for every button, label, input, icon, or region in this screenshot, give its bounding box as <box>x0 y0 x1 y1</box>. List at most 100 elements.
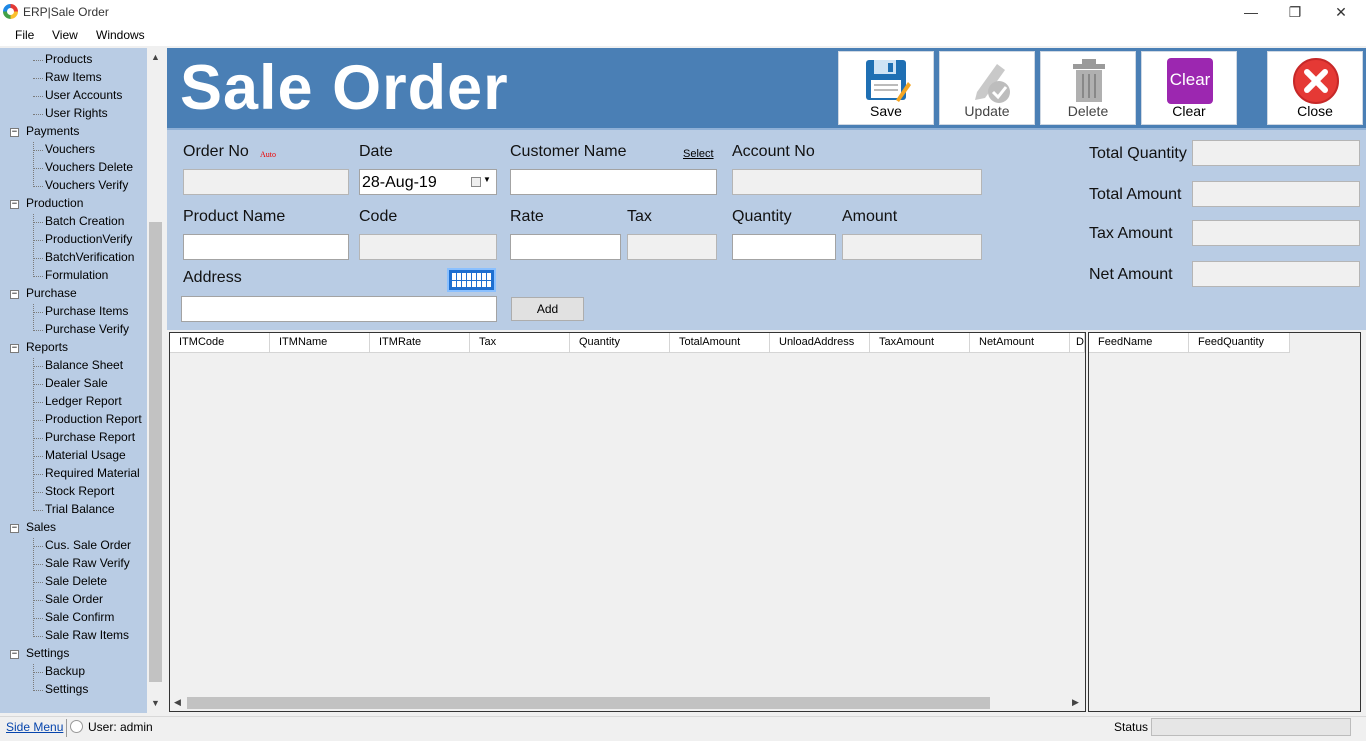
clear-button[interactable]: Clear Clear <box>1141 51 1237 125</box>
menu-file[interactable]: File <box>15 28 34 42</box>
restore-button[interactable]: ❐ <box>1272 0 1318 24</box>
sidebar-item-dealer-sale[interactable]: Dealer Sale <box>45 376 108 390</box>
sidebar-group-settings[interactable]: Settings <box>26 646 69 660</box>
col-header-taxamount[interactable]: TaxAmount <box>870 333 970 353</box>
col-header-unloadaddress[interactable]: UnloadAddress <box>770 333 870 353</box>
items-grid[interactable]: ITMCode ITMName ITMRate Tax Quantity Tot… <box>169 332 1086 712</box>
side-menu-link[interactable]: Side Menu <box>6 720 63 734</box>
address-field[interactable] <box>181 296 497 322</box>
col-header-itmname[interactable]: ITMName <box>270 333 370 353</box>
sidebar-item-formulation[interactable]: Formulation <box>45 268 108 282</box>
save-button[interactable]: Save <box>838 51 934 125</box>
sidebar-group-purchase[interactable]: Purchase <box>26 286 77 300</box>
code-field[interactable] <box>359 234 497 260</box>
collapse-toggle-icon[interactable]: − <box>10 128 19 137</box>
sidebar-item-purchase-report[interactable]: Purchase Report <box>45 430 135 444</box>
sidebar-item-vouchers-verify[interactable]: Vouchers Verify <box>45 178 128 192</box>
scroll-right-icon[interactable]: ▶ <box>1072 697 1079 708</box>
collapse-toggle-icon[interactable]: − <box>10 290 19 299</box>
chevron-down-icon[interactable]: ▼ <box>483 175 491 184</box>
date-picker[interactable]: 28-Aug-19 ▼ <box>359 169 497 195</box>
col-header-itmcode[interactable]: ITMCode <box>170 333 270 353</box>
col-header-d[interactable]: D <box>1070 333 1085 353</box>
col-header-netamount[interactable]: NetAmount <box>970 333 1070 353</box>
col-header-feedname[interactable]: FeedName <box>1089 333 1189 353</box>
sidebar-item-user-accounts[interactable]: User Accounts <box>45 88 122 102</box>
customer-name-field[interactable] <box>510 169 717 195</box>
product-name-field[interactable] <box>183 234 349 260</box>
tree-connector <box>33 618 43 619</box>
sidebar-item-sale-raw-items[interactable]: Sale Raw Items <box>45 628 129 642</box>
calendar-icon[interactable] <box>471 177 481 187</box>
tree-connector <box>33 114 43 115</box>
sidebar-group-reports[interactable]: Reports <box>26 340 68 354</box>
close-window-button[interactable]: ✕ <box>1318 0 1364 24</box>
sidebar-item-backup[interactable]: Backup <box>45 664 85 678</box>
sidebar-item-settings[interactable]: Settings <box>45 682 88 696</box>
sidebar-item-sale-raw-verify[interactable]: Sale Raw Verify <box>45 556 130 570</box>
sidebar-item-productionverify[interactable]: ProductionVerify <box>45 232 132 246</box>
update-button-label: Update <box>964 103 1010 119</box>
net-amount-field[interactable] <box>1192 261 1360 287</box>
sidebar-item-cus-sale-order[interactable]: Cus. Sale Order <box>45 538 131 552</box>
collapse-toggle-icon[interactable]: − <box>10 200 19 209</box>
minimize-button[interactable]: — <box>1228 0 1274 24</box>
update-button[interactable]: Update <box>939 51 1035 125</box>
sidebar-item-sale-confirm[interactable]: Sale Confirm <box>45 610 114 624</box>
total-amount-field[interactable] <box>1192 181 1360 207</box>
sidebar-item-products[interactable]: Products <box>45 52 92 66</box>
sidebar-item-production-report[interactable]: Production Report <box>45 412 142 426</box>
sidebar-group-payments[interactable]: Payments <box>26 124 79 138</box>
sidebar-group-production[interactable]: Production <box>26 196 83 210</box>
amount-label: Amount <box>842 208 898 225</box>
tax-amount-field[interactable] <box>1192 220 1360 246</box>
rate-field[interactable] <box>510 234 621 260</box>
menu-view[interactable]: View <box>52 28 78 42</box>
col-header-feedquantity[interactable]: FeedQuantity <box>1189 333 1290 353</box>
col-header-totalamount[interactable]: TotalAmount <box>670 333 770 353</box>
collapse-toggle-icon[interactable]: − <box>10 524 19 533</box>
sidebar-item-purchase-verify[interactable]: Purchase Verify <box>45 322 129 336</box>
items-grid-hscrollbar-thumb[interactable] <box>187 697 990 709</box>
feed-grid[interactable]: FeedName FeedQuantity <box>1088 332 1361 712</box>
close-button[interactable]: Close <box>1267 51 1363 125</box>
sidebar-group-sales[interactable]: Sales <box>26 520 56 534</box>
delete-button[interactable]: Delete <box>1040 51 1136 125</box>
select-customer-link[interactable]: Select <box>683 148 714 160</box>
scroll-up-icon[interactable]: ▲ <box>151 52 160 62</box>
total-quantity-field[interactable] <box>1192 140 1360 166</box>
sidebar-item-batchverification[interactable]: BatchVerification <box>45 250 134 264</box>
net-amount-label: Net Amount <box>1089 266 1173 283</box>
sidebar-item-material-usage[interactable]: Material Usage <box>45 448 126 462</box>
sidebar-item-purchase-items[interactable]: Purchase Items <box>45 304 128 318</box>
sidebar-item-stock-report[interactable]: Stock Report <box>45 484 114 498</box>
sidebar-item-ledger-report[interactable]: Ledger Report <box>45 394 122 408</box>
add-button[interactable]: Add <box>511 297 584 321</box>
side-menu-scrollbar-thumb[interactable] <box>149 222 162 682</box>
collapse-toggle-icon[interactable]: − <box>10 650 19 659</box>
tax-field[interactable] <box>627 234 717 260</box>
sidebar-item-user-rights[interactable]: User Rights <box>45 106 108 120</box>
sidebar-item-trial-balance[interactable]: Trial Balance <box>45 502 115 516</box>
col-header-quantity[interactable]: Quantity <box>570 333 670 353</box>
sidebar-item-sale-order[interactable]: Sale Order <box>45 592 103 606</box>
menu-windows[interactable]: Windows <box>96 28 145 42</box>
account-no-field[interactable] <box>732 169 982 195</box>
scroll-left-icon[interactable]: ◀ <box>174 697 181 708</box>
scroll-down-icon[interactable]: ▼ <box>151 698 160 708</box>
tree-connector <box>33 240 43 241</box>
collapse-toggle-icon[interactable]: − <box>10 344 19 353</box>
col-header-itmrate[interactable]: ITMRate <box>370 333 470 353</box>
sidebar-item-vouchers-delete[interactable]: Vouchers Delete <box>45 160 133 174</box>
amount-field[interactable] <box>842 234 982 260</box>
col-header-tax[interactable]: Tax <box>470 333 570 353</box>
order-no-field[interactable] <box>183 169 349 195</box>
quantity-field[interactable] <box>732 234 836 260</box>
sidebar-item-batch-creation[interactable]: Batch Creation <box>45 214 124 228</box>
sidebar-item-sale-delete[interactable]: Sale Delete <box>45 574 107 588</box>
sidebar-item-required-material[interactable]: Required Material <box>45 466 140 480</box>
sidebar-item-vouchers[interactable]: Vouchers <box>45 142 95 156</box>
sidebar-item-raw-items[interactable]: Raw Items <box>45 70 102 84</box>
keyboard-icon[interactable] <box>447 268 496 292</box>
sidebar-item-balance-sheet[interactable]: Balance Sheet <box>45 358 123 372</box>
